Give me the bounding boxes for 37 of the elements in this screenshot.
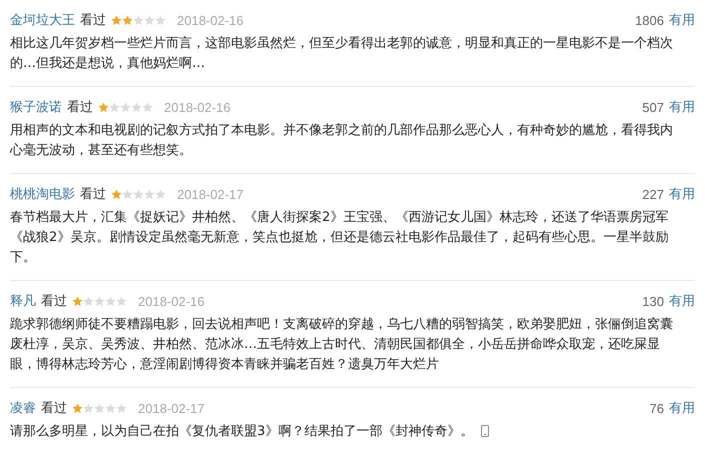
username-link[interactable]: 凌睿 xyxy=(10,399,36,417)
vote-count: 507 xyxy=(642,100,664,114)
filled-star-icon xyxy=(72,296,83,306)
review-text: 相比这几年贺岁档一些烂片而言，这部电影虽然烂，但至少看得出老郭的诚意，明显和真正的一星电影不是一个档次的…但我还是想说，真他妈烂啊… xyxy=(10,35,674,73)
vote-count: 130 xyxy=(642,294,664,308)
username-link[interactable]: 释凡 xyxy=(10,292,36,310)
filled-star-icon xyxy=(111,14,122,26)
useful-link[interactable]: 有用 xyxy=(669,292,695,310)
review-text: 请那么多明星，以为自己在拍《复仇者联盟3》啊？结果拍了一部《封神传奇》。 xyxy=(10,422,678,442)
review-date: 2018-02-17 xyxy=(177,186,244,202)
review-date: 2018-02-16 xyxy=(138,294,204,308)
filled-star-icon xyxy=(111,188,122,200)
useful-link[interactable]: 有用 xyxy=(669,399,695,417)
review-text: 用相声的文本和电视剧的记叙方式拍了本电影。并不像老郭之前的几部作品那么恶心人，有种奇妙的尴尬，看得我内心毫无波动，甚至还有些想笑。 xyxy=(10,122,674,160)
useful-link[interactable]: 有用 xyxy=(669,11,695,29)
watch-status: 看过 xyxy=(80,12,106,29)
useful-link[interactable]: 有用 xyxy=(669,185,695,203)
watch-status: 看过 xyxy=(41,400,67,417)
username-link[interactable]: 金坷垃大王 xyxy=(10,11,75,29)
watch-status: 看过 xyxy=(41,293,67,310)
filled-star-icon xyxy=(122,14,133,26)
vote-count: 1806 xyxy=(635,12,664,28)
review-date: 2018-02-16 xyxy=(177,12,244,28)
username-link[interactable]: 桃桃淘电影 xyxy=(10,185,75,203)
useful-link[interactable]: 有用 xyxy=(669,98,695,116)
vote-count: 227 xyxy=(642,186,664,202)
watch-status: 看过 xyxy=(80,186,106,203)
review-date: 2018-02-16 xyxy=(164,100,230,114)
filled-star-icon xyxy=(72,402,83,414)
review-text: 春节档最大片，汇集《捉妖记》井柏然、《唐人街探案2》王宝强、《西游记女儿国》林志玲，还送了华语票房冠军《战狼2》吴京。剧情设定虽然毫无新意，笑点也挺尬，但还是德云社电影作品最佳了，起码有些心思。一星半鼓励下。 xyxy=(10,209,670,267)
review-text: 跪求郭德纲师徒不要糟蹋电影，回去说相声吧！支离破碎的穿越，乌七八糟的弱智搞笑，欧弟娶肥妞，张俪倒追窝囊废杜淳，吴京、吴秀波、井柏然、范冰冰…五毛特效上古时代、清朝民国都俱全，小岳岳拼命哗众取宠，还吃屎显眼，博得林志玲芳心，意淫闹剧博得资本青睐并骗老百姓？遗臭万年大烂片 xyxy=(10,316,674,374)
review-date: 2018-02-17 xyxy=(138,400,204,416)
phone-icon xyxy=(481,425,490,437)
vote-count: 76 xyxy=(650,400,664,416)
username-link[interactable]: 猴子波诺 xyxy=(10,98,62,116)
filled-star-icon xyxy=(98,102,109,112)
watch-status: 看过 xyxy=(67,99,93,116)
